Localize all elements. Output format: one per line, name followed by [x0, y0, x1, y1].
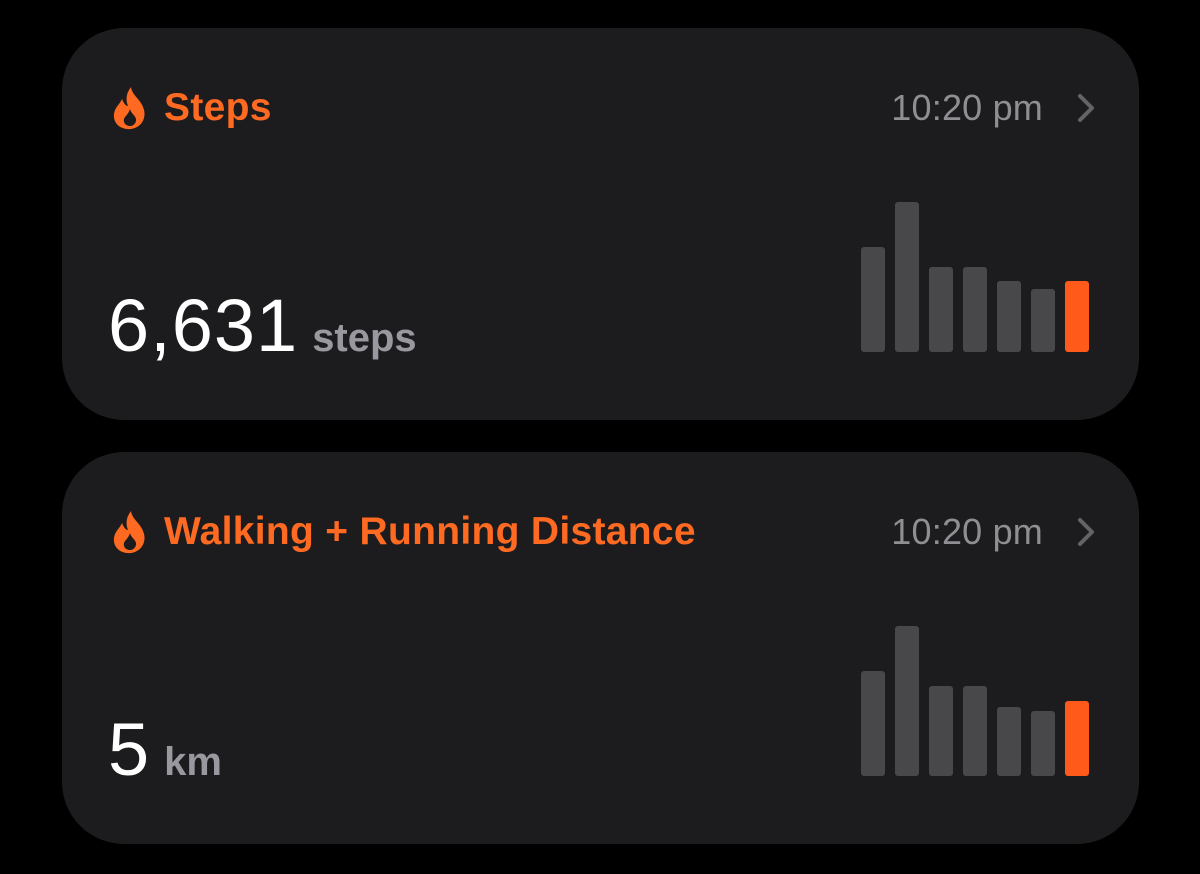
current-bar: [1065, 701, 1089, 776]
history-bar: [1031, 711, 1055, 776]
history-bar: [895, 202, 919, 352]
history-bar: [997, 281, 1021, 352]
history-bar: [895, 626, 919, 776]
card-title: Walking + Running Distance: [164, 510, 696, 553]
steps-value: 6,631: [108, 284, 299, 367]
chevron-right-icon[interactable]: [1077, 93, 1095, 123]
flame-icon: [110, 509, 150, 555]
history-bar: [861, 671, 885, 776]
timestamp: 10:20 pm: [891, 511, 1043, 552]
distance-value: 5: [108, 708, 151, 791]
distance-card[interactable]: Walking + Running Distance 10:20 pm 5 km: [62, 452, 1139, 844]
card-title: Steps: [164, 86, 272, 129]
current-bar: [1065, 281, 1089, 352]
steps-card[interactable]: Steps 10:20 pm 6,631 steps: [62, 28, 1139, 420]
timestamp: 10:20 pm: [891, 87, 1043, 128]
title-group: Steps: [110, 80, 272, 136]
mini-bar-chart: [861, 626, 1089, 776]
history-bar: [1031, 289, 1055, 352]
history-bar: [997, 707, 1021, 776]
history-bar: [963, 267, 987, 352]
history-bar: [963, 686, 987, 776]
card-header: Walking + Running Distance 10:20 pm: [110, 504, 1095, 560]
value-group: 6,631 steps: [108, 283, 417, 368]
flame-icon: [110, 85, 150, 131]
title-group: Walking + Running Distance: [110, 504, 696, 560]
distance-unit: km: [164, 740, 222, 784]
history-bar: [929, 686, 953, 776]
history-bar: [929, 267, 953, 352]
chevron-right-icon[interactable]: [1077, 517, 1095, 547]
card-header: Steps 10:20 pm: [110, 80, 1095, 136]
steps-unit: steps: [312, 316, 417, 360]
value-group: 5 km: [108, 707, 222, 792]
mini-bar-chart: [861, 202, 1089, 352]
time-group: 10:20 pm: [891, 504, 1095, 560]
time-group: 10:20 pm: [891, 80, 1095, 136]
history-bar: [861, 247, 885, 352]
